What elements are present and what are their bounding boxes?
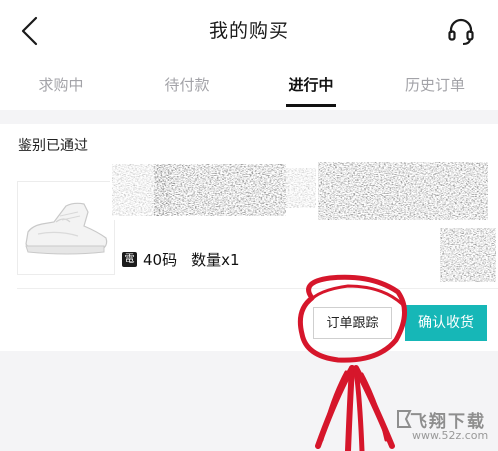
watermark: 飞翔下载 www.52z.com — [396, 405, 496, 449]
red-annotation-arrow — [297, 274, 407, 451]
watermark-url: www.52z.com — [412, 429, 489, 442]
